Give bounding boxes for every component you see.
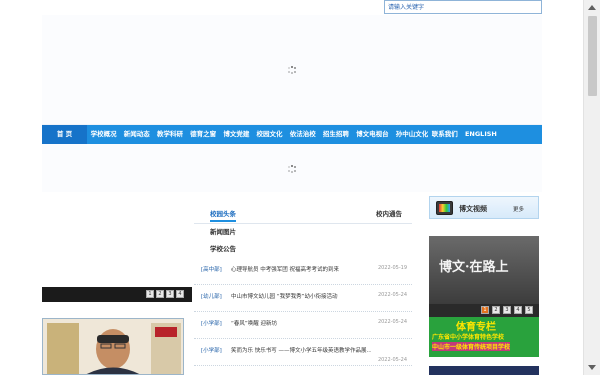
nav-item-sun-culture[interactable]: 孙中山文化 (392, 125, 428, 144)
tab-campus-headlines[interactable]: 校园头条 (210, 208, 236, 222)
pe-line2: 中山市一级体育传统项目学校 (432, 342, 511, 351)
nav-item-admission[interactable]: 招生招聘 (319, 125, 352, 144)
pe-column-banner[interactable]: 体育专栏 广东省中小学体育特色学校 中山市一级体育传统项目学校 (429, 317, 539, 357)
video-header: 博文视频 更多 (429, 196, 539, 219)
video-pager: 1 2 3 4 5 (429, 304, 539, 317)
principal-photo[interactable] (42, 318, 184, 375)
slider-dot[interactable]: 2 (156, 290, 164, 298)
video-title: 博文视频 (459, 205, 487, 213)
pe-line1: 广东省中小学体育特色学校 (432, 334, 505, 341)
news-list: [高中部] 心理导航员 中考强军团 祝福高考考试的到来 2022-05-19 [… (194, 258, 412, 366)
news-category[interactable]: [小学部] (201, 346, 222, 354)
news-category[interactable]: [幼儿部] (201, 292, 222, 300)
search-input[interactable] (385, 1, 541, 13)
tab-school-announcements[interactable]: 学校公告 (210, 243, 236, 253)
tab-news-photos[interactable]: 新闻图片 (210, 226, 236, 236)
nav-item-law[interactable]: 依法治校 (286, 125, 319, 144)
news-title[interactable]: 心理导航员 中考强军团 祝福高考考试的到来 (231, 265, 339, 273)
second-banner (42, 144, 542, 192)
nav-item-english[interactable]: ENGLISH (461, 125, 500, 144)
scrollbar-thumb[interactable] (588, 16, 597, 96)
scroll-down-icon[interactable] (588, 365, 596, 370)
page: 首 页 学校概况 新闻动态 教学科研 德育之窗 博文党建 校园文化 依法治校 招… (42, 0, 542, 375)
news-title[interactable]: 中山市博文幼儿园 “我梦我秀”幼小衔接活动 (231, 292, 337, 300)
pe-title: 体育专栏 (456, 322, 496, 333)
news-tabs: 校园头条 校内通告 (194, 196, 412, 222)
nav-item-news[interactable]: 新闻动态 (120, 125, 153, 144)
news-category[interactable]: [高中部] (201, 265, 222, 273)
nav-item-contact[interactable]: 联系我们 (428, 125, 461, 144)
nav-item-party[interactable]: 博文党建 (220, 125, 253, 144)
search-row (42, 0, 542, 15)
news-title[interactable]: 笑而为乐 快乐书写 ——博文小学五年级英语教学作品展... (231, 346, 371, 354)
news-category[interactable]: [小学部] (201, 319, 222, 327)
slider-dot[interactable]: 3 (166, 290, 174, 298)
news-title[interactable]: “春风”唤醒 迎新坊 (231, 319, 277, 327)
nav-item-about[interactable]: 学校概况 (87, 125, 120, 144)
loading-spinner-icon (288, 66, 296, 74)
list-item[interactable]: [小学部] “春风”唤醒 迎新坊 2022-05-24 (194, 312, 412, 339)
video-more-link[interactable]: 更多 (513, 205, 524, 213)
list-item[interactable]: [小学部] 笑而为乐 快乐书写 ——博文小学五年级英语教学作品展... 2022… (194, 339, 412, 366)
loading-spinner-icon (288, 165, 296, 173)
nav-item-tv[interactable]: 博文电视台 (353, 125, 393, 144)
slider-pager: 1 2 3 4 (42, 287, 192, 302)
list-item[interactable]: [高中部] 心理导航员 中考强军团 祝福高考考试的到来 2022-05-19 (194, 258, 412, 285)
video-dot[interactable]: 2 (492, 306, 500, 314)
news-panel: 校园头条 校内通告 新闻图片 学校公告 [高中部] 心理导航员 中考强军团 祝福… (194, 196, 412, 375)
scroll-up-icon[interactable] (588, 5, 596, 10)
tab-divider (194, 223, 412, 224)
nav-item-culture[interactable]: 校园文化 (253, 125, 286, 144)
news-date: 2022-05-24 (377, 292, 407, 298)
video-dot[interactable]: 4 (514, 306, 522, 314)
principal-portrait-icon (43, 319, 183, 374)
video-dot[interactable]: 5 (525, 306, 533, 314)
tv-icon (436, 201, 453, 215)
nav-item-research[interactable]: 教学科研 (153, 125, 186, 144)
video-dot[interactable]: 3 (503, 306, 511, 314)
top-banner (42, 15, 542, 125)
search-box[interactable] (384, 0, 542, 14)
news-date: 2022-05-24 (377, 319, 407, 325)
nav-item-moral[interactable]: 德育之窗 (187, 125, 220, 144)
video-dot[interactable]: 1 (481, 306, 489, 314)
news-date: 2022-05-24 (377, 357, 407, 363)
list-item[interactable]: [幼儿部] 中山市博文幼儿园 “我梦我秀”幼小衔接活动 2022-05-24 (194, 285, 412, 312)
video-thumb-text: 博文·在路上 (439, 260, 509, 275)
tab-internal-notices[interactable]: 校内通告 (376, 208, 402, 218)
news-date: 2022-05-19 (377, 265, 407, 271)
secondary-banner[interactable] (429, 366, 539, 375)
video-thumbnail[interactable]: 博文·在路上 (429, 236, 539, 304)
slider-dot[interactable]: 1 (146, 290, 154, 298)
right-column: 博文视频 更多 博文·在路上 1 2 3 4 5 体育专栏 广东省中小学体育特色… (429, 196, 539, 375)
vertical-scrollbar[interactable] (583, 0, 600, 375)
slider-dot[interactable]: 4 (176, 290, 184, 298)
nav-item-home[interactable]: 首 页 (42, 125, 87, 144)
main-nav: 首 页 学校概况 新闻动态 教学科研 德育之窗 博文党建 校园文化 依法治校 招… (42, 125, 542, 144)
